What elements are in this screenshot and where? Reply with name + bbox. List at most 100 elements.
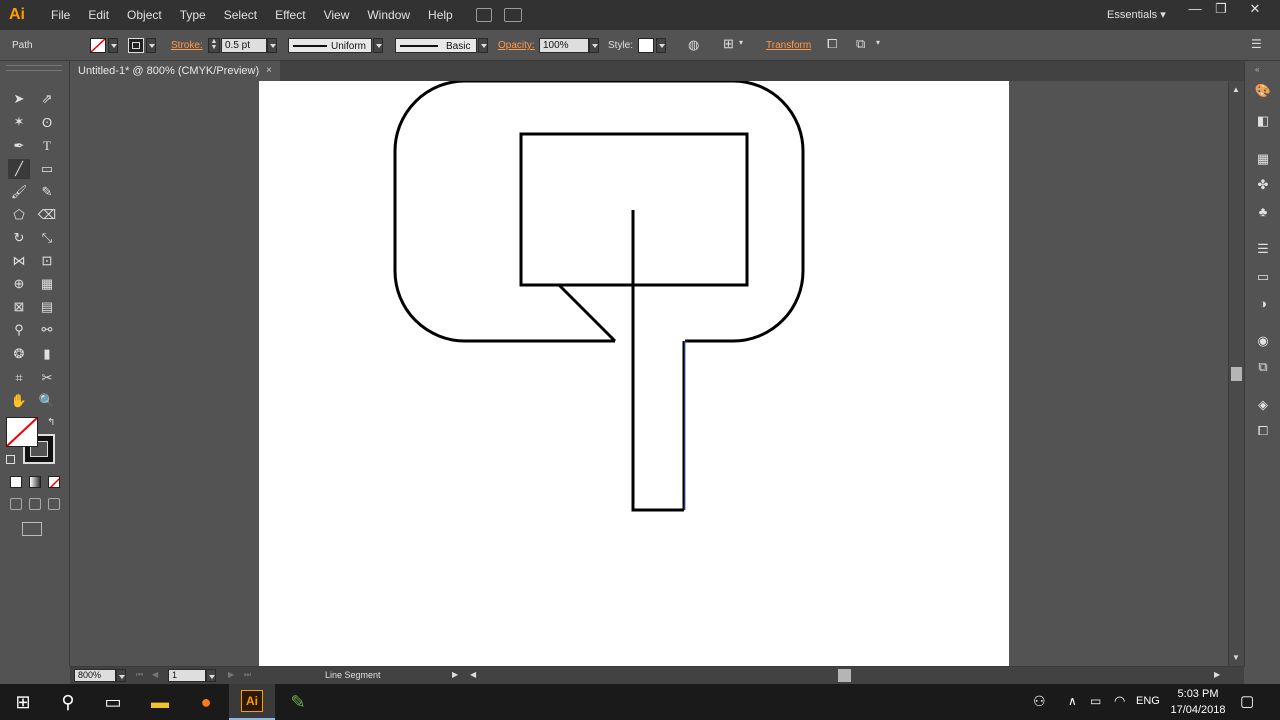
paint-icon[interactable]: ✎ [275, 684, 321, 720]
scale-tool-icon[interactable]: ⤡ [36, 228, 58, 248]
last-artboard-icon[interactable]: ⏭ [244, 670, 251, 680]
draw-behind-icon[interactable] [29, 498, 41, 510]
zoom-tool-icon[interactable]: 🔍 [36, 391, 58, 411]
wifi-icon[interactable]: ◠ [1114, 693, 1125, 709]
swatches-panel-icon[interactable]: ▦ [1255, 151, 1271, 167]
variable-width-profile[interactable]: Uniform [288, 38, 372, 53]
document-tab-close-icon[interactable]: × [266, 61, 272, 81]
transparency-panel-icon[interactable]: ◑ [1255, 295, 1271, 311]
show-hidden-icons-icon[interactable]: ∧ [1068, 694, 1077, 708]
slice-tool-icon[interactable]: ✂ [36, 368, 58, 388]
align-icon[interactable]: ⊞ [723, 36, 734, 52]
stroke-weight-dropdown[interactable] [267, 38, 277, 53]
gradient-panel-icon[interactable]: ▭ [1255, 269, 1271, 285]
stroke-swatch[interactable] [128, 38, 144, 53]
first-artboard-icon[interactable]: ⏮ [136, 670, 143, 680]
eraser-tool-icon[interactable]: ⌫ [36, 205, 58, 225]
file-explorer-icon[interactable]: ▬ [137, 684, 183, 720]
input-language-indicator[interactable]: ENG [1136, 695, 1160, 707]
horizontal-scroll-thumb[interactable] [838, 669, 851, 682]
screen-mode-icon[interactable] [22, 522, 42, 536]
rotate-tool-icon[interactable]: ↻ [8, 228, 30, 248]
stroke-weight-input[interactable]: 0.5 pt [221, 38, 267, 53]
artboard-number-field[interactable]: 1 [168, 669, 206, 682]
draw-normal-icon[interactable] [10, 498, 22, 510]
toolbar-grip[interactable] [6, 65, 62, 71]
type-tool-icon[interactable]: T [36, 136, 58, 156]
align-dropdown-icon[interactable]: ▾ [739, 38, 743, 47]
style-dropdown[interactable] [656, 38, 666, 53]
transform-link[interactable]: Transform [766, 40, 811, 51]
arrange-dropdown-icon[interactable]: ▾ [876, 38, 880, 47]
scroll-up-icon[interactable]: ▲ [1232, 85, 1240, 94]
stroke-color-dropdown[interactable] [146, 38, 156, 53]
draw-inside-icon[interactable] [48, 498, 60, 510]
brushes-panel-icon[interactable]: ✤ [1255, 177, 1271, 193]
brush-dropdown[interactable] [478, 38, 488, 53]
arrange-icon[interactable]: ⧉ [856, 36, 865, 52]
pen-tool-icon[interactable]: ✒ [8, 136, 30, 156]
layers-panel-icon[interactable]: ◈ [1255, 397, 1271, 413]
column-graph-tool-icon[interactable]: ▮ [36, 344, 58, 364]
opacity-link[interactable]: Opacity: [498, 40, 535, 51]
document-tab[interactable]: Untitled-1* @ 800% (CMYK/Preview) × [70, 61, 280, 81]
battery-icon[interactable]: ▭ [1090, 694, 1101, 708]
status-menu-icon[interactable]: ▶ [452, 670, 458, 679]
expand-panels-icon[interactable]: « [1255, 65, 1259, 74]
menu-object[interactable]: Object [118, 0, 171, 30]
menu-help[interactable]: Help [419, 0, 462, 30]
fill-dropdown[interactable] [108, 38, 118, 53]
selection-tool-icon[interactable]: ➤ [8, 89, 30, 109]
isolate-object-icon[interactable]: ⧠ [827, 36, 837, 52]
perspective-grid-tool-icon[interactable]: ▦ [36, 274, 58, 294]
direct-selection-tool-icon[interactable]: ⇗ [36, 89, 58, 109]
artwork[interactable] [70, 81, 1228, 666]
people-icon[interactable]: ⚇ [1033, 693, 1046, 710]
recolor-artwork-icon[interactable]: ◍ [688, 37, 699, 53]
graphic-styles-panel-icon[interactable]: ⧉ [1255, 359, 1271, 375]
menu-effect[interactable]: Effect [266, 0, 314, 30]
color-panel-icon[interactable]: 🎨 [1255, 83, 1271, 99]
none-mode-icon[interactable] [48, 476, 60, 488]
arrange-documents-icon[interactable] [503, 8, 522, 22]
windows-start-icon[interactable]: ⊞ [0, 684, 46, 720]
maximize-button[interactable]: ❐ [1204, 0, 1238, 20]
appearance-panel-icon[interactable]: ◉ [1255, 333, 1271, 349]
workspace-switcher[interactable]: Essentials ▾ [1107, 8, 1166, 21]
action-center-icon[interactable]: ▢ [1240, 692, 1254, 710]
gradient-mode-icon[interactable] [29, 476, 41, 488]
menu-type[interactable]: Type [171, 0, 215, 30]
menu-file[interactable]: File [42, 0, 79, 30]
gradient-tool-icon[interactable]: ▤ [36, 297, 58, 317]
illustrator-taskbar-button[interactable]: Ai [229, 684, 275, 720]
bridge-icon[interactable] [475, 8, 492, 22]
search-icon[interactable]: ⚲ [45, 684, 91, 720]
swap-fill-stroke-icon[interactable]: ↰ [47, 417, 55, 428]
graphic-style-swatch[interactable] [638, 38, 654, 53]
scroll-left-icon[interactable]: ◀ [470, 670, 476, 679]
next-artboard-icon[interactable]: ▶ [228, 670, 234, 679]
blend-tool-icon[interactable]: ⚯ [36, 320, 58, 340]
color-guide-icon[interactable]: ◧ [1255, 113, 1271, 129]
zoom-level-field[interactable]: 800% [74, 669, 116, 682]
shape-builder-tool-icon[interactable]: ⊕ [8, 274, 30, 294]
vertical-scrollbar[interactable]: ▲ ▼ [1228, 81, 1244, 666]
magic-wand-tool-icon[interactable]: ✶ [8, 112, 30, 132]
free-transform-tool-icon[interactable]: ⊡ [36, 251, 58, 271]
control-panel-menu-icon[interactable]: ☰ [1251, 37, 1262, 51]
width-tool-icon[interactable]: ⋈ [8, 251, 30, 271]
lasso-tool-icon[interactable]: ʘ [36, 112, 58, 132]
rectangle-tool-icon[interactable]: ▭ [36, 159, 58, 179]
mesh-tool-icon[interactable]: ⊠ [8, 297, 30, 317]
fill-swatch[interactable] [90, 38, 106, 53]
default-fill-stroke-icon[interactable] [6, 455, 15, 464]
artboards-panel-icon[interactable]: ⧠ [1255, 423, 1271, 439]
shaper-tool-icon[interactable]: ⬠ [8, 205, 30, 225]
paintbrush-tool-icon[interactable]: 🖌 [8, 182, 30, 202]
hand-tool-icon[interactable]: ✋ [8, 391, 30, 411]
menu-edit[interactable]: Edit [79, 0, 118, 30]
scroll-right-icon[interactable]: ▶ [1214, 670, 1220, 679]
stroke-weight-stepper[interactable]: ▲ ▼ [208, 38, 220, 53]
zoom-dropdown[interactable] [116, 669, 126, 682]
symbols-panel-icon[interactable]: ♣ [1255, 203, 1271, 219]
